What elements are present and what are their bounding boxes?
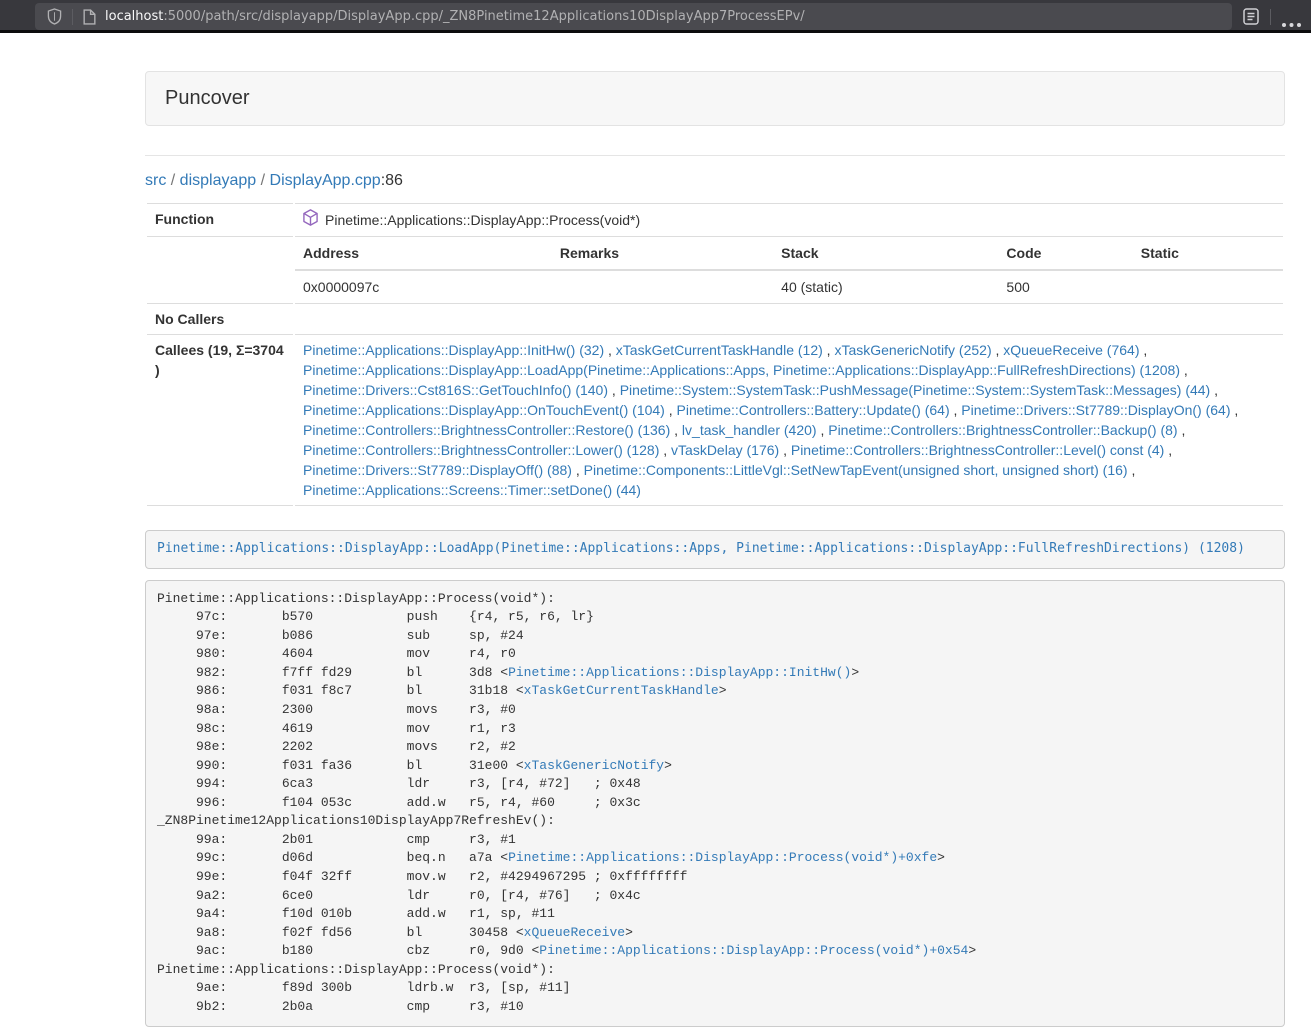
remarks-value [552,270,773,303]
column-header-remarks: Remarks [552,237,773,270]
overflow-menu-icon[interactable] [1281,13,1303,32]
callee-link[interactable]: Pinetime::Applications::DisplayApp::Load… [303,362,1180,378]
function-label: Function [147,203,293,236]
callee-link[interactable]: Pinetime::Controllers::BrightnessControl… [828,422,1177,438]
disassembly-symbol-link[interactable]: xTaskGenericNotify [524,758,664,773]
breadcrumb-link-file[interactable]: DisplayApp.cpp [270,172,381,189]
symbol-table: Function Pinetime::Applications::Display… [145,203,1285,506]
callee-link[interactable]: lv_task_handler (420) [682,422,817,438]
callee-link[interactable]: Pinetime::Drivers::St7789::DisplayOn() (… [961,402,1230,418]
callee-link[interactable]: Pinetime::Drivers::St7789::DisplayOff() … [303,462,572,478]
column-header-static: Static [1133,237,1283,270]
disassembly-symbol-link[interactable]: Pinetime::Applications::DisplayApp::Proc… [539,943,968,958]
snippet-link[interactable]: Pinetime::Applications::DisplayApp::Load… [157,541,1245,556]
static-value [1133,270,1283,303]
no-callers-cell [295,303,1283,334]
column-header-code: Code [998,237,1132,270]
callee-link[interactable]: xTaskGenericNotify (252) [834,342,991,358]
callee-link[interactable]: xQueueReceive (764) [1003,342,1139,358]
code-value: 500 [998,270,1132,303]
address-value: 0x0000097c [295,270,552,303]
column-header-stack: Stack [773,237,998,270]
disassembly-code: Pinetime::Applications::DisplayApp::Proc… [157,591,976,1014]
breadcrumb-line-number: :86 [381,172,403,189]
divider [145,155,1285,156]
callee-link[interactable]: Pinetime::Applications::Screens::Timer::… [303,482,641,498]
breadcrumb: src / displayapp / DisplayApp.cpp:86 [145,171,1285,191]
callee-link[interactable]: Pinetime::Controllers::Battery::Update()… [677,402,950,418]
callees-label: Callees (19, Σ=3704 ) [147,334,293,506]
brand-panel: Puncover [145,71,1285,126]
app-title: Puncover [165,87,250,110]
callee-link[interactable]: Pinetime::Applications::DisplayApp::Init… [303,342,604,358]
url-host: localhost [105,9,163,24]
url-text: localhost:5000/path/src/displayapp/Displ… [105,9,805,24]
stack-value: 40 (static) [773,270,998,303]
url-path: :5000/path/src/displayapp/DisplayApp.cpp… [163,9,804,24]
shield-icon[interactable] [47,8,62,25]
breadcrumb-separator: / [166,172,179,189]
function-cell: Pinetime::Applications::DisplayApp::Proc… [295,203,1283,236]
metrics-table: Address Remarks Stack Code Static 0x0000… [295,237,1283,303]
symbol-cube-icon [303,209,318,231]
site-identity-page-icon[interactable] [83,9,96,25]
no-callers-label: No Callers [147,303,293,334]
breadcrumb-separator: / [256,172,269,189]
disassembly-block: Pinetime::Applications::DisplayApp::Proc… [145,580,1285,1027]
breadcrumb-link-src[interactable]: src [145,172,166,189]
disassembly-symbol-link[interactable]: xQueueReceive [524,925,625,940]
callee-link[interactable]: xTaskGetCurrentTaskHandle (12) [616,342,823,358]
callee-link[interactable]: Pinetime::System::SystemTask::PushMessag… [620,382,1211,398]
url-bar-divider [72,9,73,25]
breadcrumb-link-displayapp[interactable]: displayapp [180,172,257,189]
column-header-address: Address [295,237,552,270]
metrics-row-label [147,236,293,303]
callees-row: Callees (19, Σ=3704 ) Pinetime::Applicat… [147,334,1283,506]
reader-mode-icon[interactable] [1242,7,1260,30]
callee-link[interactable]: Pinetime::Controllers::BrightnessControl… [791,442,1164,458]
disassembly-symbol-link[interactable]: Pinetime::Applications::DisplayApp::Proc… [508,850,937,865]
metrics-row: Address Remarks Stack Code Static 0x0000… [147,236,1283,303]
callee-link[interactable]: Pinetime::Controllers::BrightnessControl… [303,422,670,438]
metrics-cell: Address Remarks Stack Code Static 0x0000… [295,236,1283,303]
url-bar[interactable]: localhost:5000/path/src/displayapp/Displ… [35,3,1232,30]
disassembly-symbol-link[interactable]: Pinetime::Applications::DisplayApp::Init… [508,665,851,680]
disassembly-symbol-link[interactable]: xTaskGetCurrentTaskHandle [524,683,719,698]
browser-chrome: localhost:5000/path/src/displayapp/Displ… [0,0,1311,33]
callee-link[interactable]: Pinetime::Controllers::BrightnessControl… [303,442,659,458]
snippet-block: Pinetime::Applications::DisplayApp::Load… [145,530,1285,569]
callee-link[interactable]: vTaskDelay (176) [671,442,779,458]
callee-link[interactable]: Pinetime::Drivers::Cst816S::GetTouchInfo… [303,382,608,398]
function-row: Function Pinetime::Applications::Display… [147,203,1283,236]
callee-link[interactable]: Pinetime::Applications::DisplayApp::OnTo… [303,402,665,418]
chrome-divider [1270,9,1271,25]
callee-link[interactable]: Pinetime::Components::LittleVgl::SetNewT… [584,462,1128,478]
metrics-values-row: 0x0000097c 40 (static) 500 [295,270,1283,303]
function-name: Pinetime::Applications::DisplayApp::Proc… [325,210,640,230]
page-container: Puncover src / displayapp / DisplayApp.c… [145,71,1285,1027]
no-callers-row: No Callers [147,303,1283,334]
callees-list: Pinetime::Applications::DisplayApp::Init… [295,334,1283,506]
